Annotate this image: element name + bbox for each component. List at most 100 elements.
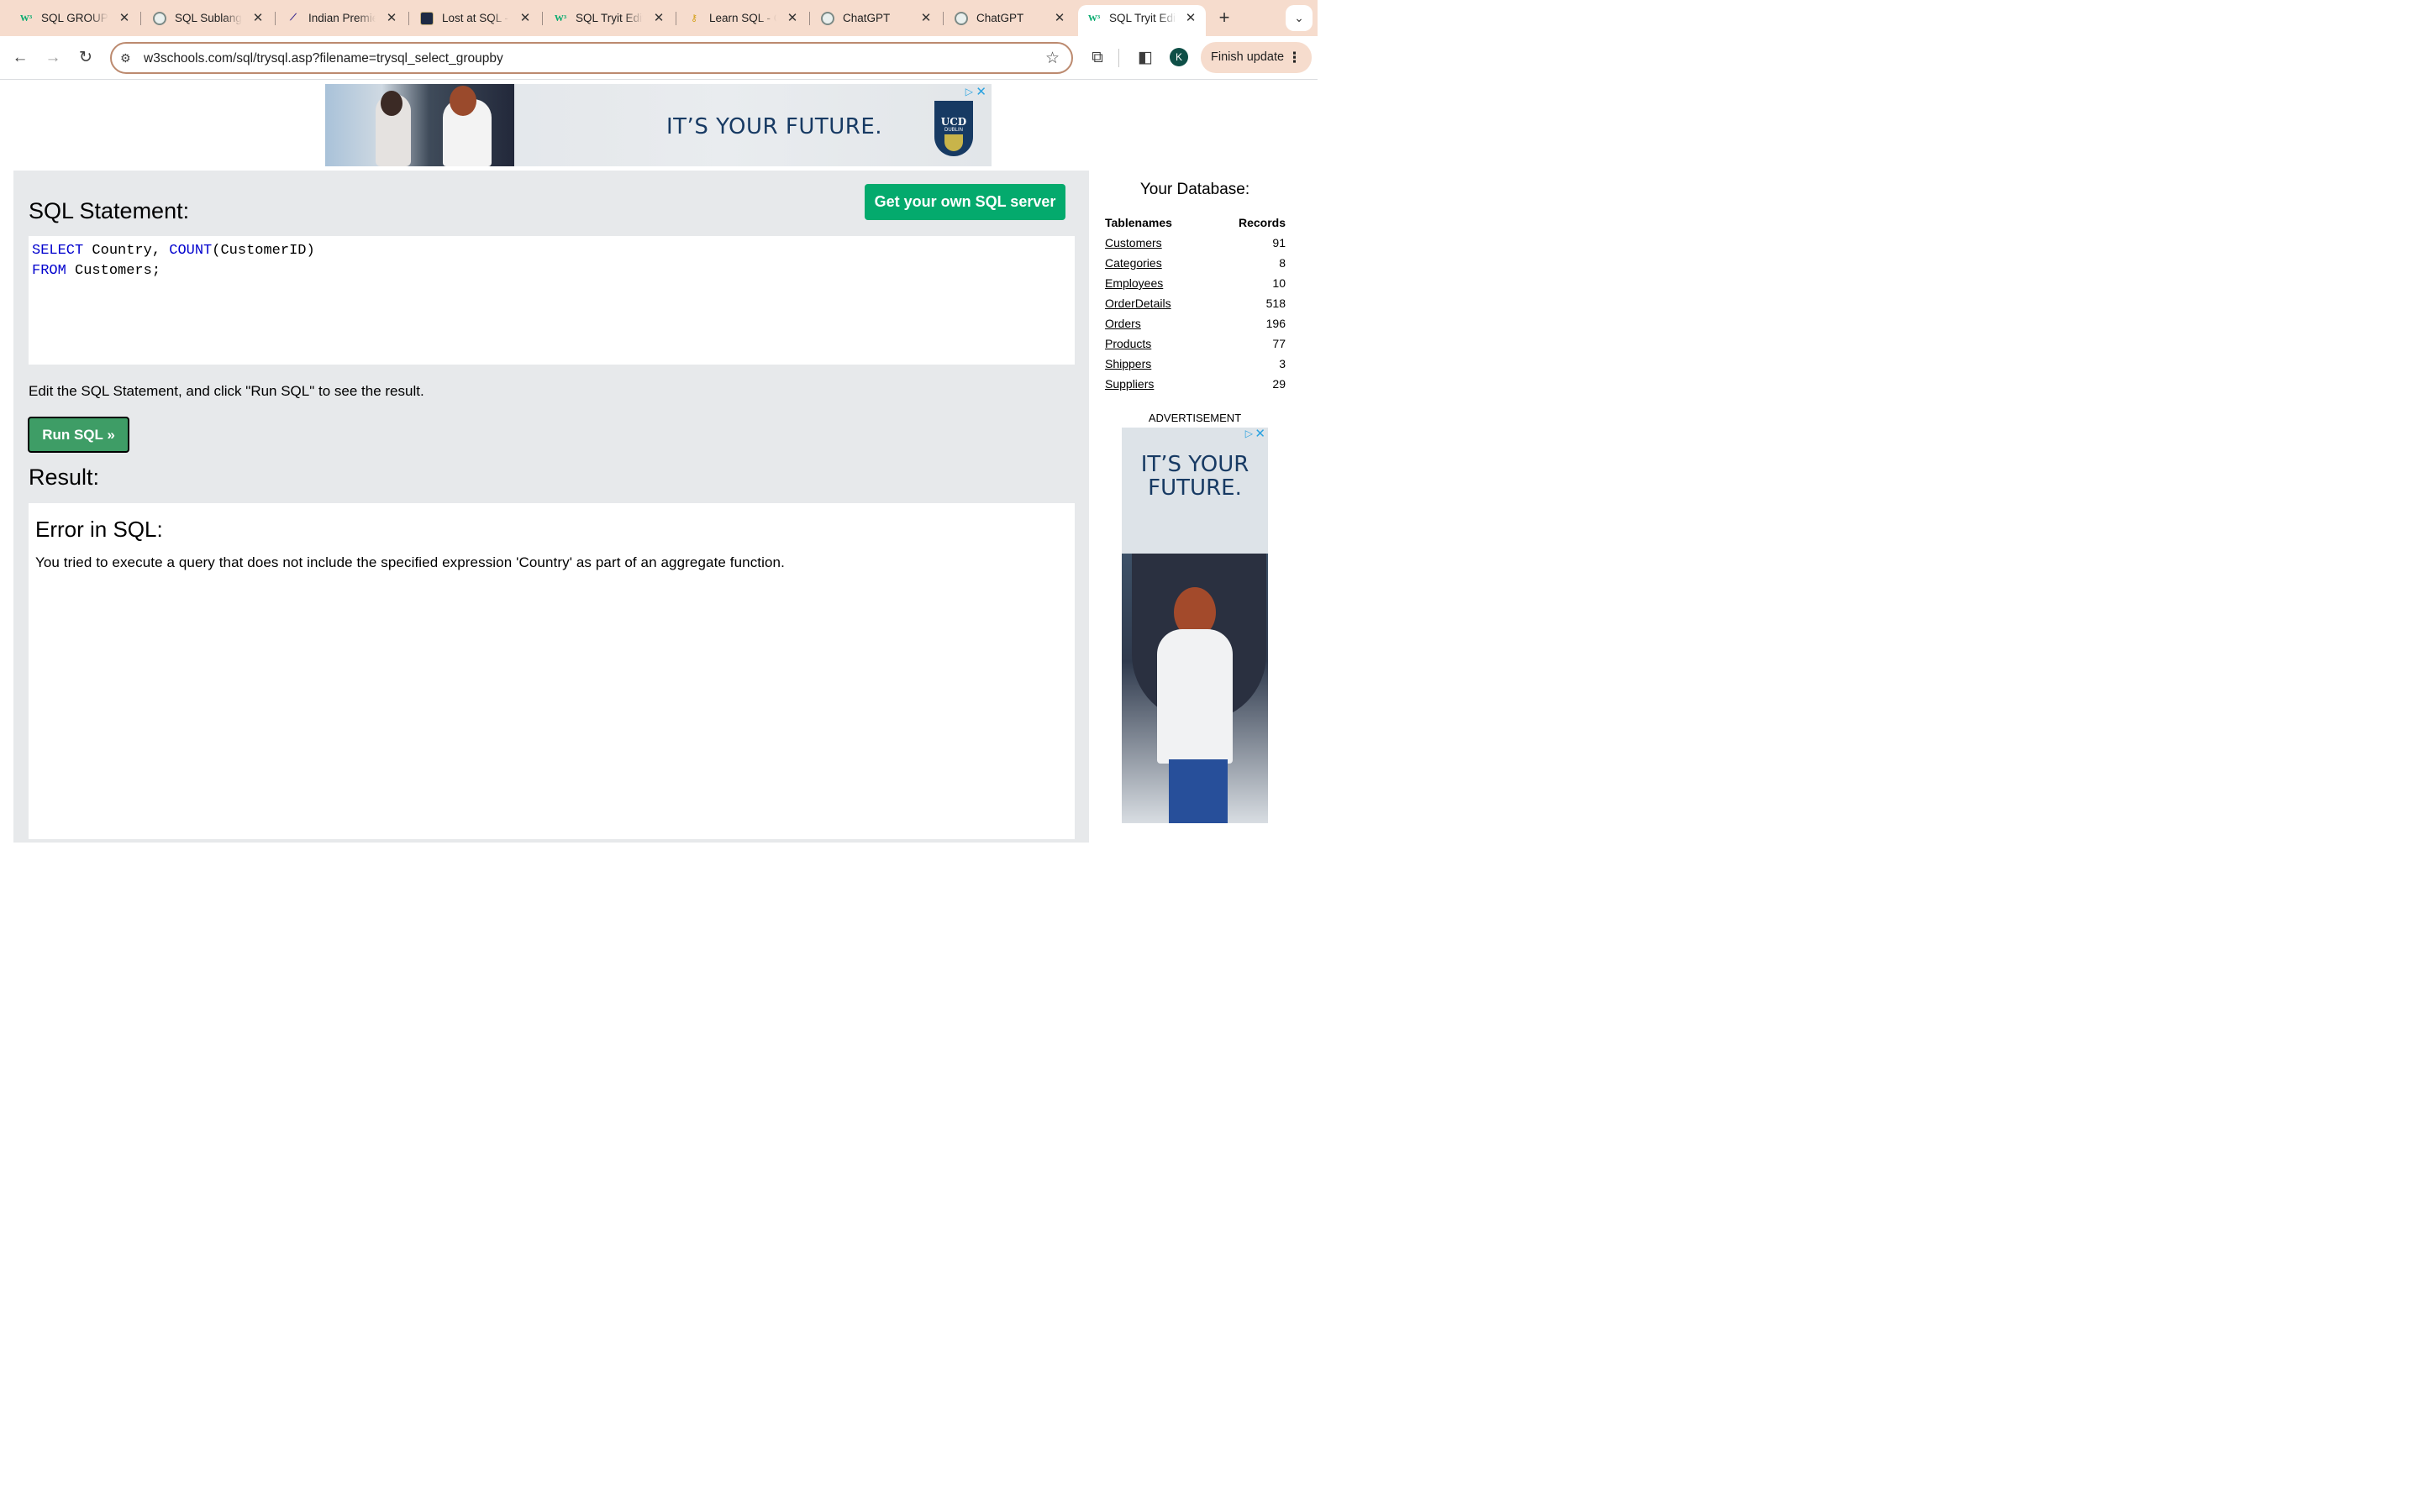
extensions-button[interactable]: ⧉ (1086, 47, 1108, 69)
side-advertisement[interactable]: IT’S YOUR FUTURE. ▷ ✕ (1122, 428, 1268, 823)
database-table: Tablenames Records Customers 91 Categorie… (1105, 213, 1286, 394)
table-link-suppliers[interactable]: Suppliers (1105, 377, 1154, 391)
tab-title: Lost at SQL - Game (442, 12, 509, 24)
code-line: FROM Customers; (32, 263, 161, 279)
record-count: 77 (1272, 337, 1286, 350)
tab-divider (408, 12, 409, 25)
close-icon[interactable]: ✕ (385, 11, 398, 25)
star-icon[interactable]: ☆ (1045, 49, 1060, 68)
site-info-icon[interactable]: ⚙ (120, 51, 131, 66)
close-icon[interactable]: ✕ (1184, 11, 1197, 25)
side-panel-button[interactable]: ◧ (1134, 47, 1156, 69)
adchoices-icon[interactable]: ▷ (965, 86, 973, 97)
tab-indian-premier-league[interactable]: ⟋ Indian Premier League ✕ (286, 5, 398, 31)
tryit-panel: SQL Statement: Get your own SQL server S… (13, 171, 1089, 843)
tab-sql-tryit-editor-active[interactable]: W³ SQL Tryit Editor ✕ (1078, 5, 1206, 36)
tab-title: SQL Sublanguages (175, 12, 242, 24)
tab-divider (943, 12, 944, 25)
run-sql-button[interactable]: Run SQL » (28, 417, 129, 453)
tab-divider (140, 12, 141, 25)
code-line: SELECT Country, COUNT(CustomerID) (32, 243, 315, 259)
w3schools-icon: W³ (554, 13, 567, 24)
table-row: Shippers 3 (1105, 354, 1286, 374)
adchoices-icon[interactable]: ▷ (1245, 428, 1253, 439)
close-icon[interactable]: ✕ (652, 11, 666, 25)
ad-photo (325, 84, 514, 166)
tab-learn-sql[interactable]: ⚷ Learn SQL - Online ✕ (687, 5, 799, 31)
table-header: Tablenames Records (1105, 213, 1286, 233)
tab-lost-at-sql[interactable]: Lost at SQL - Game ✕ (419, 5, 532, 31)
browser-toolbar: ← → ↻ ⚙ w3schools.com/sql/trysql.asp?fil… (0, 36, 1318, 80)
error-title: Error in SQL: (35, 517, 163, 542)
record-count: 518 (1265, 297, 1286, 310)
advertisement-label: ADVERTISEMENT (1148, 412, 1242, 424)
close-icon[interactable]: ✕ (518, 11, 532, 25)
close-icon[interactable]: ✕ (1053, 11, 1066, 25)
chatgpt-icon (820, 11, 835, 26)
avatar[interactable]: K (1170, 48, 1188, 66)
tab-title: Indian Premier League (308, 12, 376, 24)
database-title: Your Database: (1139, 181, 1250, 198)
finish-update-button[interactable]: Finish update ⋮ (1201, 42, 1312, 73)
close-icon[interactable]: ✕ (976, 84, 986, 99)
table-link-customers[interactable]: Customers (1105, 236, 1162, 249)
chevron-down-icon: ⌄ (1294, 11, 1304, 24)
chatgpt-icon (954, 11, 969, 26)
ucd-logo-subtext: DUBLIN (944, 128, 963, 133)
table-link-shippers[interactable]: Shippers (1105, 357, 1151, 370)
back-button[interactable]: ← (9, 47, 31, 69)
key-icon: ⚷ (690, 13, 698, 24)
tab-title: Learn SQL - Online (709, 12, 776, 24)
url-text[interactable]: w3schools.com/sql/trysql.asp?filename=tr… (144, 51, 503, 66)
close-icon[interactable]: ✕ (1255, 428, 1265, 441)
sql-editor[interactable]: SELECT Country, COUNT(CustomerID) FROM C… (29, 236, 1075, 365)
finish-update-label: Finish update (1211, 50, 1285, 64)
harp-icon (944, 134, 963, 151)
ad-headline: IT’S YOUR FUTURE. (1140, 452, 1249, 501)
toolbar-divider (1118, 49, 1119, 67)
tab-chatgpt[interactable]: ChatGPT ✕ (820, 5, 933, 31)
table-row: Categories 8 (1105, 253, 1286, 273)
ad-headline: IT’S YOUR FUTURE. (666, 114, 883, 139)
record-count: 8 (1279, 256, 1286, 270)
table-link-orderdetails[interactable]: OrderDetails (1105, 297, 1171, 310)
tab-sql-tryit-editor[interactable]: W³ SQL Tryit Editor ✕ (553, 5, 666, 31)
database-sidebar: Your Database: Tablenames Records Custom… (1096, 171, 1318, 823)
table-link-categories[interactable]: Categories (1105, 256, 1162, 270)
record-count: 29 (1272, 377, 1286, 391)
tab-sql-sublanguages[interactable]: SQL Sublanguages ✕ (152, 5, 265, 31)
table-row: Suppliers 29 (1105, 374, 1286, 394)
reload-icon: ↻ (79, 49, 92, 66)
top-advertisement[interactable]: IT’S YOUR FUTURE. UCD DUBLIN ▷ ✕ (325, 84, 992, 166)
tab-strip: W³ SQL GROUP BY ✕ SQL Sublanguages ✕ ⟋ I… (0, 0, 1318, 36)
ipl-icon: ⟋ (290, 13, 297, 23)
w3schools-icon: W³ (1087, 13, 1101, 24)
close-icon[interactable]: ✕ (786, 11, 799, 25)
column-header-tablenames: Tablenames (1105, 216, 1172, 229)
tab-title: SQL Tryit Editor (1109, 12, 1176, 24)
address-bar[interactable]: ⚙ w3schools.com/sql/trysql.asp?filename=… (110, 42, 1073, 74)
forward-button[interactable]: → (42, 47, 64, 69)
new-tab-button[interactable]: + (1216, 8, 1233, 27)
tab-title: ChatGPT (843, 12, 891, 24)
reload-button[interactable]: ↻ (75, 47, 97, 69)
tab-divider (542, 12, 543, 25)
table-row: Products 77 (1105, 333, 1286, 354)
close-icon[interactable]: ✕ (118, 11, 131, 25)
tab-chatgpt-2[interactable]: ChatGPT ✕ (954, 5, 1066, 31)
tab-search-button[interactable]: ⌄ (1286, 5, 1313, 31)
close-icon[interactable]: ✕ (919, 11, 933, 25)
table-row: Orders 196 (1105, 313, 1286, 333)
table-link-products[interactable]: Products (1105, 337, 1151, 350)
record-count: 10 (1272, 276, 1286, 290)
tab-title: SQL Tryit Editor (576, 12, 643, 24)
own-sql-server-button[interactable]: Get your own SQL server (865, 184, 1065, 220)
table-row: Customers 91 (1105, 233, 1286, 253)
tab-sql-group-by[interactable]: W³ SQL GROUP BY ✕ (18, 5, 131, 31)
table-link-orders[interactable]: Orders (1105, 317, 1141, 330)
table-link-employees[interactable]: Employees (1105, 276, 1163, 290)
puzzle-icon: ⧉ (1092, 49, 1103, 66)
close-icon[interactable]: ✕ (251, 11, 265, 25)
table-row: Employees 10 (1105, 273, 1286, 293)
ucd-logo-text: UCD (940, 116, 967, 128)
